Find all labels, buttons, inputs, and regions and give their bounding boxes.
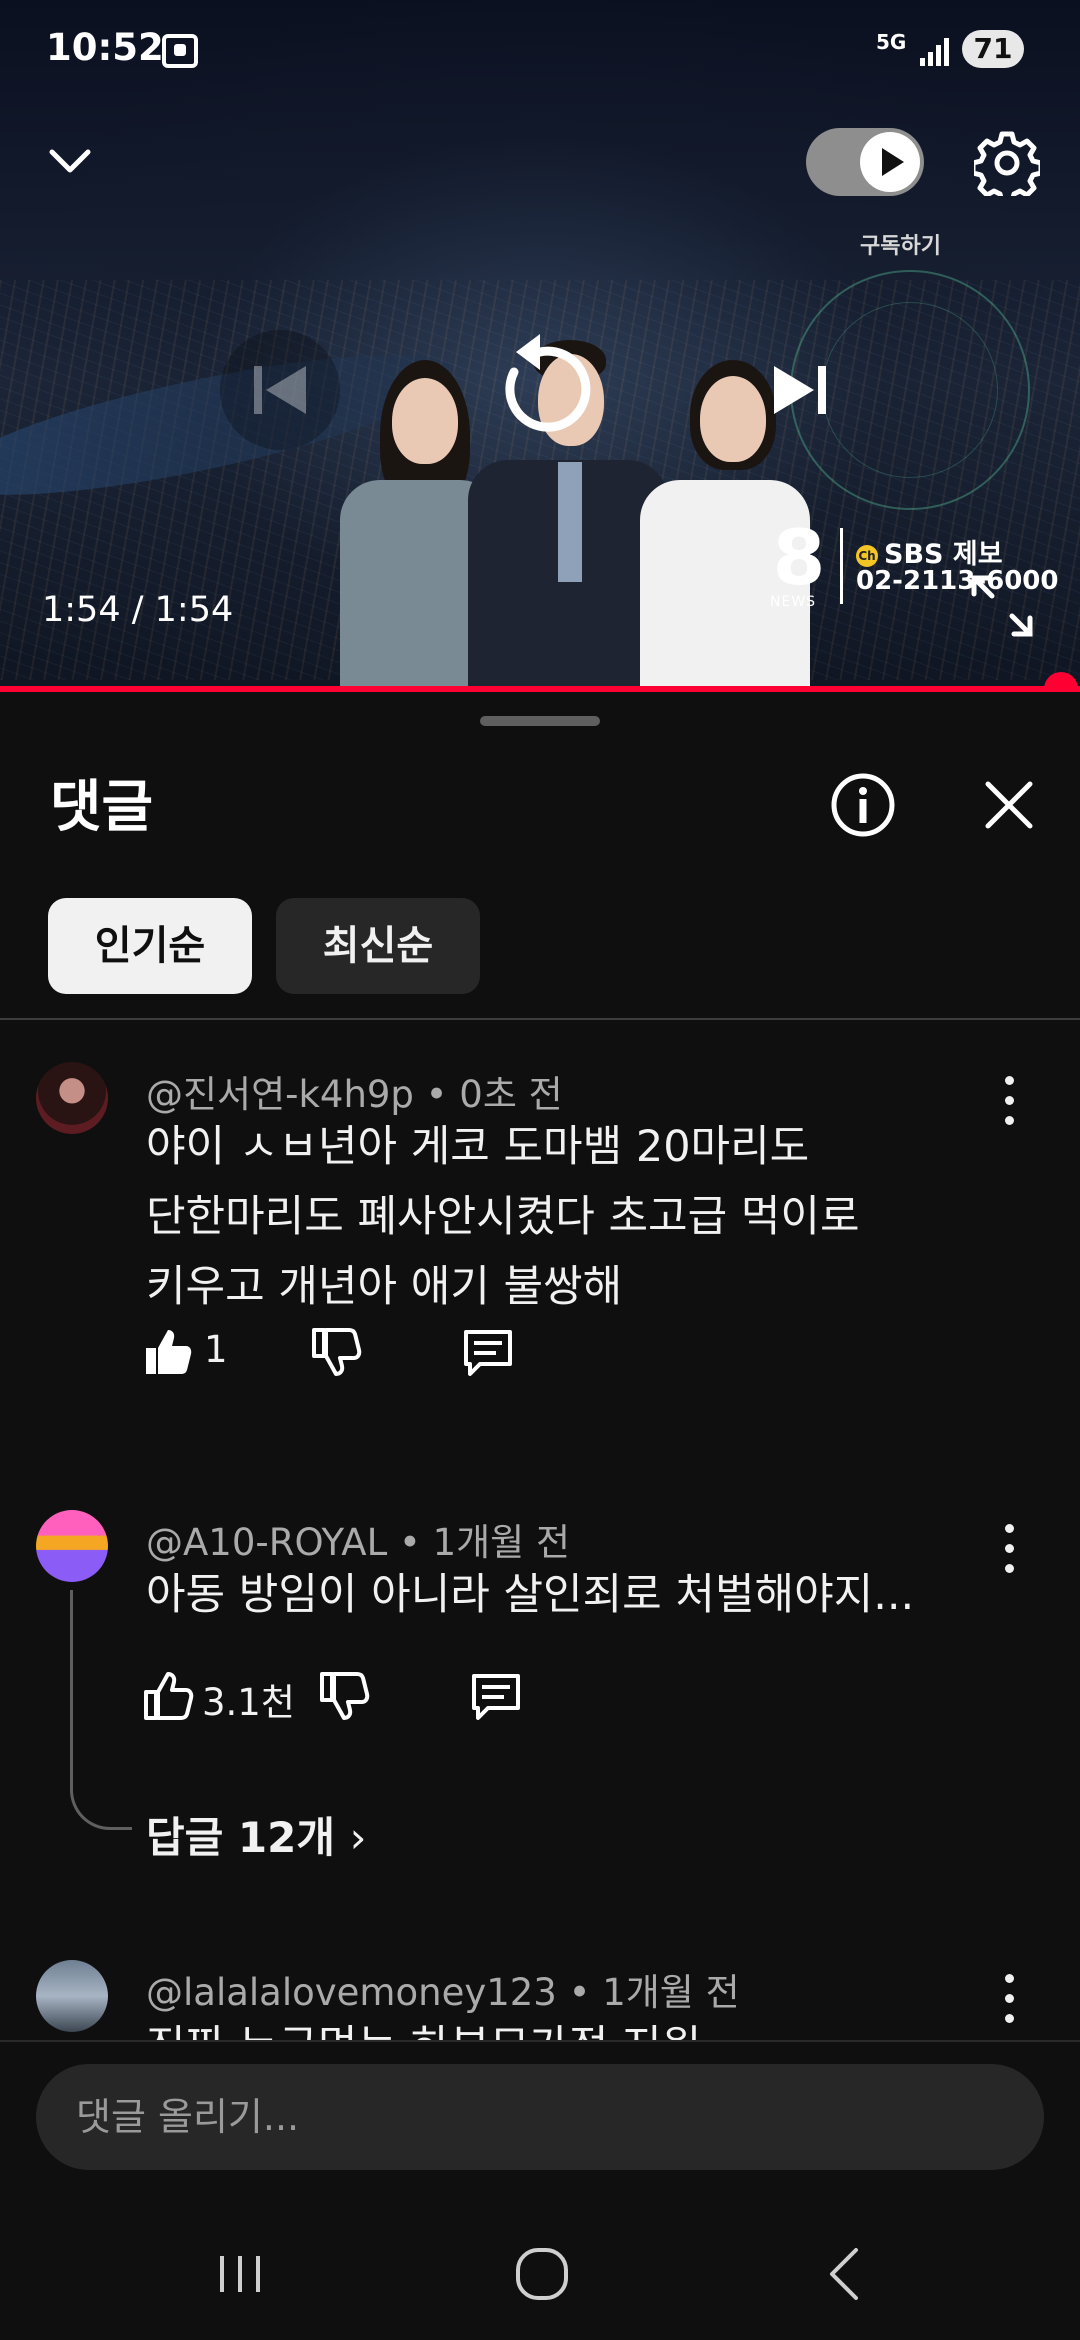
chevron-right-icon: › xyxy=(349,1813,367,1862)
comment-icon[interactable] xyxy=(468,1668,524,1724)
comment-text-line: 야이 ㅅㅂ년아 게코 도마뱀 20마리도 xyxy=(146,1122,810,1172)
thumbs-up-icon[interactable] xyxy=(142,1668,198,1724)
comment-icon[interactable] xyxy=(460,1324,516,1380)
video-time: 1:54 / 1:54 xyxy=(42,590,234,630)
channel-logo: 8 xyxy=(772,513,826,602)
comment-author[interactable]: @A10-ROYAL xyxy=(146,1521,387,1564)
thumbs-down-icon[interactable] xyxy=(318,1668,374,1724)
comment-item: @lalalalovemoney123 • 1개월 전 진짜 누구먹는 하부모가… xyxy=(0,1950,1080,2040)
avatar[interactable] xyxy=(36,1062,108,1134)
signal-icon xyxy=(920,34,952,66)
comment-author[interactable]: @lalalalovemoney123 xyxy=(146,1971,557,2014)
battery-indicator: 71 xyxy=(962,30,1024,68)
comment-text: 아동 방임이 아니라 살인죄로 처벌해야지... xyxy=(146,1560,976,1630)
screen-record-icon xyxy=(162,34,198,68)
comments-title: 댓글 xyxy=(50,775,154,840)
more-options-icon[interactable] xyxy=(994,1076,1024,1126)
more-options-icon[interactable] xyxy=(994,1524,1024,1574)
recent-apps-icon[interactable] xyxy=(200,2234,280,2314)
close-icon[interactable] xyxy=(980,776,1038,834)
previous-icon[interactable] xyxy=(220,330,340,450)
comment-text-line: 단한마리도 폐사안시켰다 초고급 먹이로 xyxy=(146,1192,860,1242)
thread-line xyxy=(70,1590,132,1830)
comment-age: 1개월 전 xyxy=(602,1971,740,2014)
replay-icon[interactable] xyxy=(470,320,610,460)
comment-text-line: 진짜 누구먹는 하부모가정 지원 xyxy=(146,2012,976,2040)
network-type: 5G xyxy=(876,30,907,54)
comment-item: @진서연-k4h9p • 0초 전 야이 ㅅㅂ년아 게코 도마뱀 20마리도 단… xyxy=(0,1052,1080,1376)
comment-input[interactable] xyxy=(36,2064,1044,2170)
thumbs-down-icon[interactable] xyxy=(310,1324,366,1380)
info-icon[interactable] xyxy=(830,772,896,838)
comment-actions: 3.1천 xyxy=(142,1668,542,1728)
comment-text-line: 아동 방임이 아니라 살인죄로 처벌해야지... xyxy=(146,1570,915,1620)
video-player[interactable]: 10:52 5G 71 구독하기 8 NEWS Ch SBS 제보 02-211… xyxy=(0,0,1080,690)
avatar[interactable] xyxy=(36,1960,108,2032)
avatar[interactable] xyxy=(36,1510,108,1582)
comment-meta: @lalalalovemoney123 • 1개월 전 xyxy=(146,1971,740,2014)
system-nav-bar xyxy=(0,2200,1080,2340)
replies-label: 답글 12개 xyxy=(146,1813,335,1862)
next-icon[interactable] xyxy=(744,330,864,450)
comment-actions: 1 xyxy=(142,1324,542,1384)
comment-age: 0초 전 xyxy=(459,1073,563,1116)
comment-meta: @A10-ROYAL • 1개월 전 xyxy=(146,1521,570,1564)
comment-text-line: 키우고 개년아 애기 불쌍해 xyxy=(146,1262,623,1312)
like-count: 1 xyxy=(204,1328,228,1371)
ch-badge: Ch xyxy=(856,544,878,567)
comment-input-bar xyxy=(0,2040,1080,2170)
drag-handle[interactable] xyxy=(480,716,600,726)
replies-button[interactable]: 답글 12개 › xyxy=(146,1804,366,1865)
more-options-icon[interactable] xyxy=(994,1974,1024,2024)
divider xyxy=(0,1018,1080,1020)
subscribe-label: 구독하기 xyxy=(860,234,941,259)
comment-item: @A10-ROYAL • 1개월 전 아동 방임이 아니라 살인죄로 처벌해야지… xyxy=(0,1500,1080,1920)
gear-icon[interactable] xyxy=(974,130,1040,196)
chevron-down-icon[interactable] xyxy=(48,140,92,184)
chip-newest[interactable]: 최신순 xyxy=(276,898,480,994)
status-bar: 10:52 5G 71 xyxy=(0,0,1080,100)
status-time: 10:52 xyxy=(46,26,164,69)
channel-logo-sub: NEWS xyxy=(770,594,817,610)
comment-text: 진짜 누구먹는 하부모가정 지원 xyxy=(146,2012,976,2040)
comment-meta: @진서연-k4h9p • 0초 전 xyxy=(146,1073,563,1116)
comment-age: 1개월 전 xyxy=(432,1521,570,1564)
comment-author[interactable]: @진서연-k4h9p xyxy=(146,1073,414,1116)
back-icon[interactable] xyxy=(806,2234,886,2314)
play-icon xyxy=(860,132,920,192)
like-count: 3.1천 xyxy=(202,1681,295,1724)
chip-top[interactable]: 인기순 xyxy=(48,898,252,994)
logo-divider xyxy=(840,528,843,604)
fullscreen-icon[interactable] xyxy=(970,574,1034,638)
home-icon[interactable] xyxy=(502,2234,582,2314)
autoplay-toggle[interactable] xyxy=(806,128,924,196)
thumbs-up-icon[interactable] xyxy=(142,1324,198,1380)
comment-text: 야이 ㅅㅂ년아 게코 도마뱀 20마리도 단한마리도 폐사안시켰다 초고급 먹이… xyxy=(146,1112,976,1322)
